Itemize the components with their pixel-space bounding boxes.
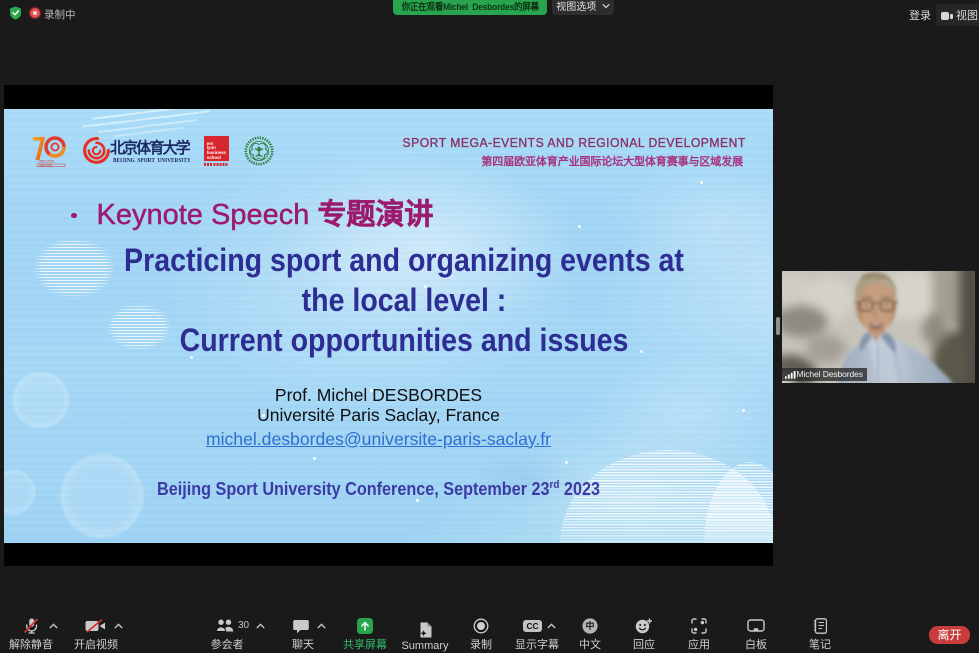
svg-text:CC: CC [526, 621, 538, 631]
svg-text:1953-2023: 1953-2023 [38, 160, 54, 164]
svg-text:建校70周年: 建校70周年 [39, 163, 53, 167]
svg-text:中: 中 [585, 620, 594, 631]
